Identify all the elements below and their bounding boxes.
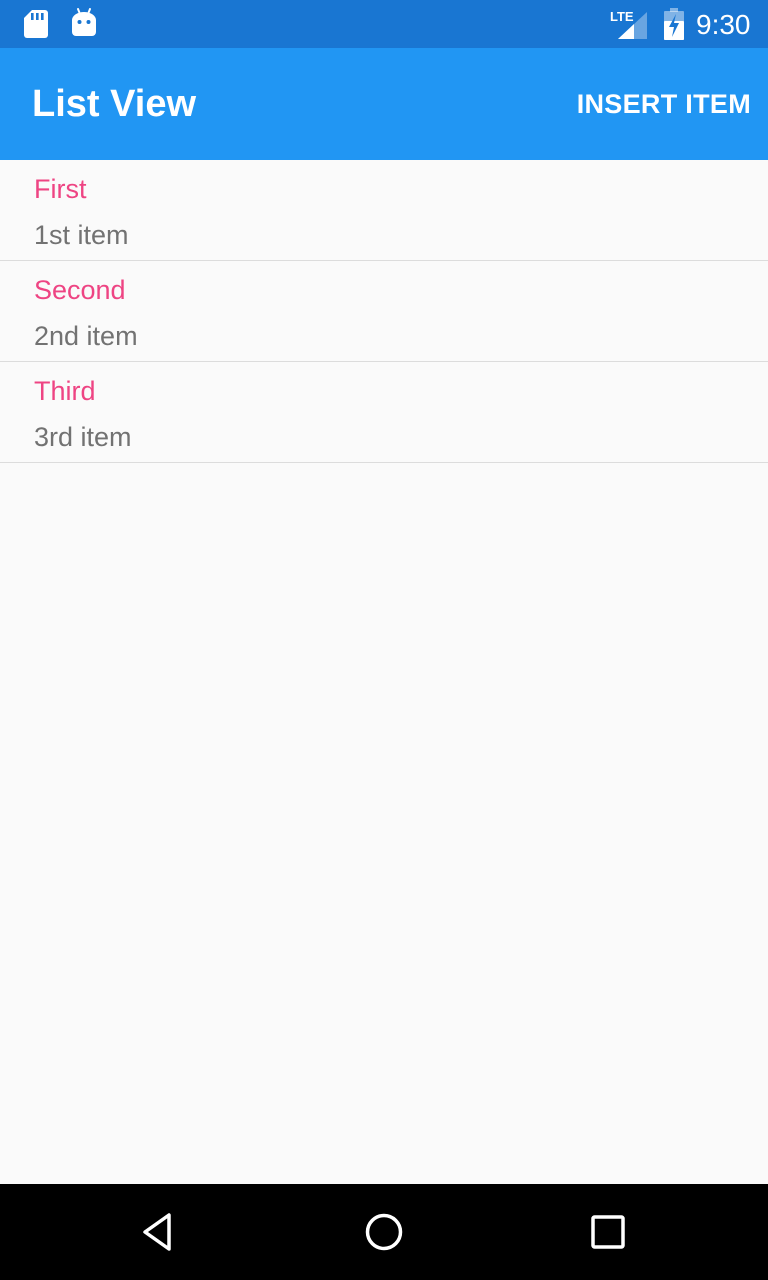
navigation-bar bbox=[0, 1184, 768, 1280]
android-icon bbox=[72, 8, 96, 36]
clock: 9:30 bbox=[696, 9, 751, 40]
lte-signal-icon: LTE bbox=[610, 9, 647, 39]
list-item[interactable]: Second 2nd item bbox=[0, 261, 768, 362]
list-item[interactable]: First 1st item bbox=[0, 160, 768, 261]
list-item-title: First bbox=[34, 174, 87, 204]
list-item-subtitle: 2nd item bbox=[34, 321, 138, 351]
network-label: LTE bbox=[610, 9, 634, 24]
item-list: First 1st item Second 2nd item Third 3rd… bbox=[0, 160, 768, 463]
list-item-subtitle: 1st item bbox=[34, 220, 129, 250]
status-bar: LTE 9:30 bbox=[0, 0, 768, 48]
list-item-subtitle: 3rd item bbox=[34, 422, 132, 452]
app-bar: List View INSERT ITEM bbox=[0, 48, 768, 160]
page-title: List View bbox=[32, 83, 197, 125]
list-item-title: Second bbox=[34, 275, 126, 305]
list-item[interactable]: Third 3rd item bbox=[0, 362, 768, 463]
recents-icon[interactable] bbox=[582, 1206, 634, 1258]
list-item-title: Third bbox=[34, 376, 96, 406]
insert-item-button[interactable]: INSERT ITEM bbox=[577, 86, 751, 122]
back-icon[interactable] bbox=[134, 1206, 186, 1258]
home-icon[interactable] bbox=[358, 1206, 410, 1258]
sd-card-icon bbox=[24, 10, 48, 38]
battery-charging-icon bbox=[664, 8, 684, 40]
